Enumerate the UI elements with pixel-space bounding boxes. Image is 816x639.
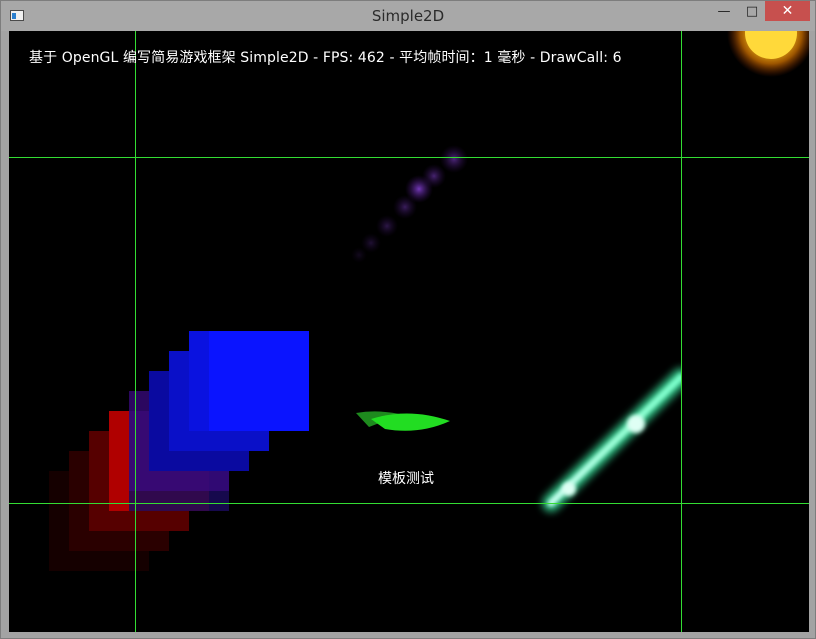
app-window: Simple2D — □ ✕ 基于 OpenGL 编写简易游戏框架 Simple… [0,0,816,639]
scene-graphics [9,31,809,632]
blue-square-trail [129,331,309,511]
maximize-button[interactable]: □ [738,1,766,21]
purple-particle-trail [351,145,468,263]
minimize-button[interactable]: — [710,1,738,21]
cyan-light-beam [542,368,690,512]
hud-stats-text: 基于 OpenGL 编写简易游戏框架 Simple2D - FPS: 462 -… [29,50,622,66]
green-leaf-sprite [356,411,450,431]
title-bar[interactable]: Simple2D — □ ✕ [1,1,815,31]
window-title: Simple2D [371,7,445,25]
stencil-test-label: 模板测试 [378,471,434,487]
close-button[interactable]: ✕ [765,1,810,21]
render-canvas[interactable]: 基于 OpenGL 编写简易游戏框架 Simple2D - FPS: 462 -… [9,31,809,632]
